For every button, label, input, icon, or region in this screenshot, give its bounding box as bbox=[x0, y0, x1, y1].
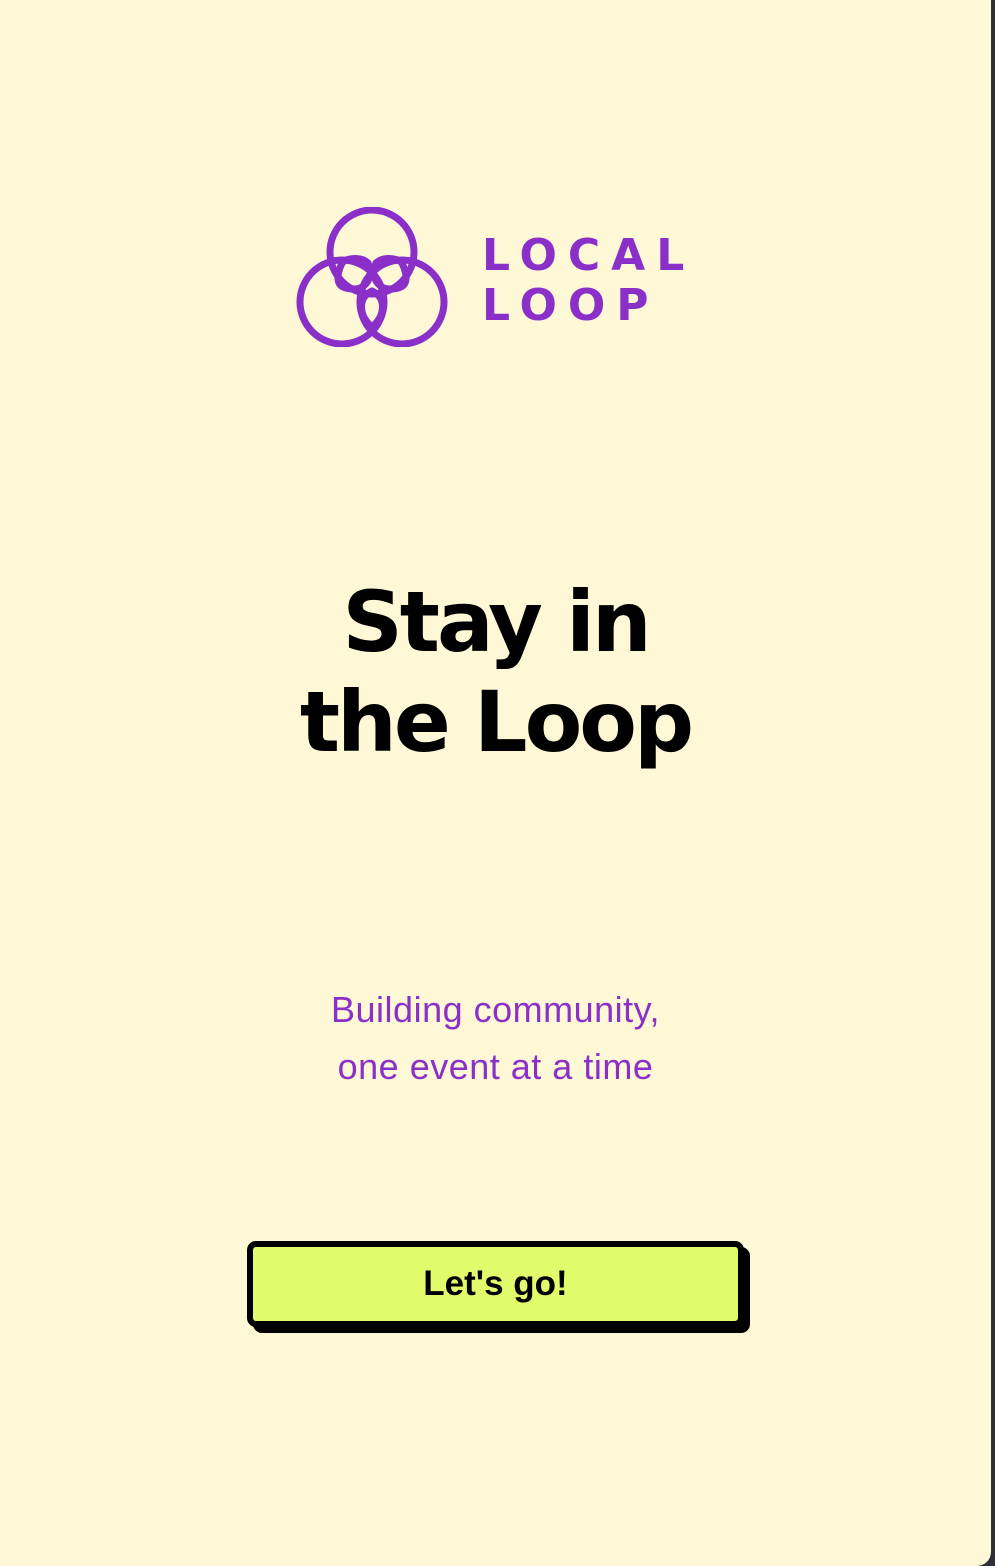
headline-line1: Stay in bbox=[342, 573, 651, 671]
brand-wordmark: LOCAL LOOP bbox=[482, 231, 696, 331]
lets-go-button[interactable]: Let's go! bbox=[247, 1241, 744, 1327]
three-loops-icon bbox=[296, 207, 448, 347]
brand-name-line2: LOOP bbox=[482, 280, 660, 331]
headline-line2: the Loop bbox=[299, 673, 694, 771]
tagline: Building community, one event at a time bbox=[0, 981, 991, 1095]
brand-name-line1: LOCAL bbox=[482, 230, 696, 281]
welcome-screen: LOCAL LOOP Stay in the Loop Building com… bbox=[0, 0, 991, 1566]
brand-logo: LOCAL LOOP bbox=[296, 207, 696, 347]
tagline-line1: Building community, bbox=[331, 989, 660, 1030]
tagline-line2: one event at a time bbox=[337, 1046, 654, 1087]
headline: Stay in the Loop bbox=[0, 572, 991, 772]
